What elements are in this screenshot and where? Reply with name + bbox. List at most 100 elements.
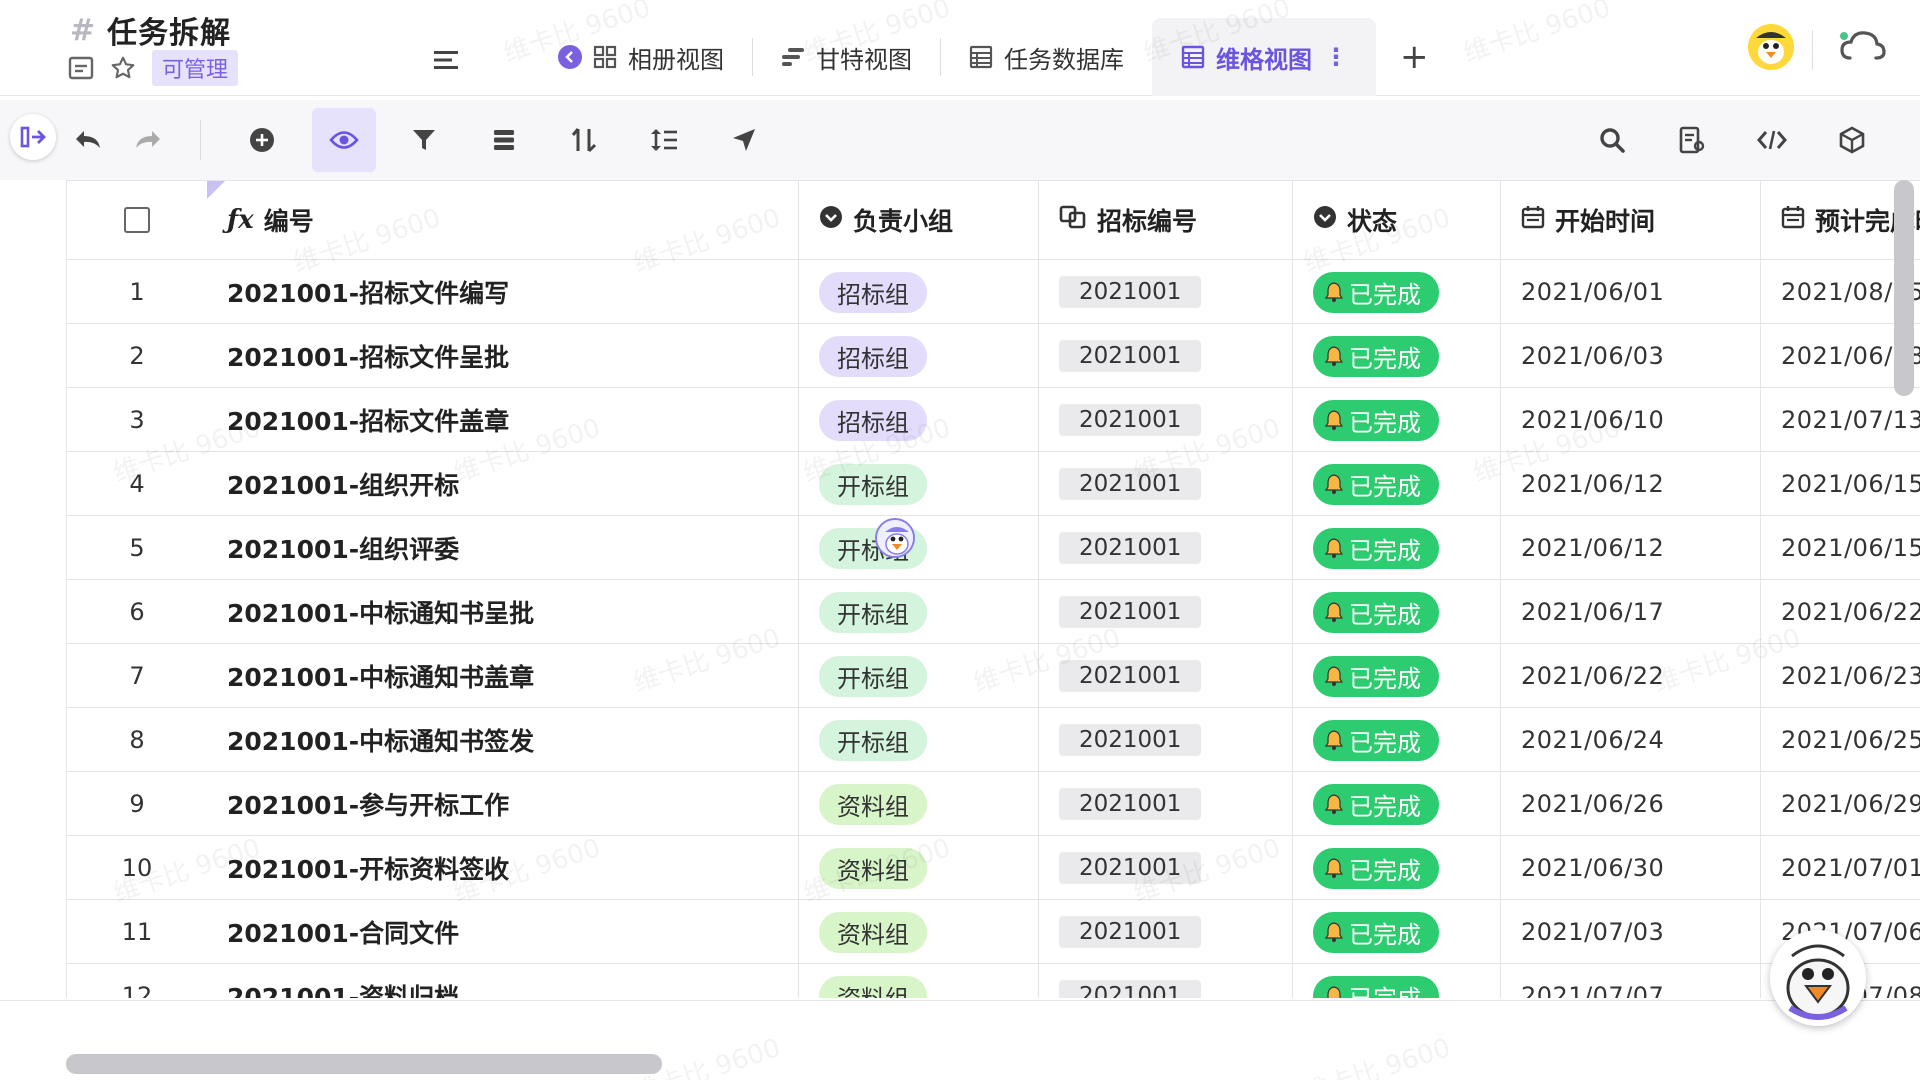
cell-end-date[interactable]: 2021/07/01	[1761, 836, 1920, 900]
share-send-icon[interactable]	[712, 108, 776, 172]
row-index[interactable]: 2	[67, 324, 207, 388]
table-row[interactable]: 7 2021001-中标通知书盖章 开标组 2021001 已完成 2021/06/22 2…	[67, 644, 1920, 708]
cell-code[interactable]: 2021001	[1039, 324, 1293, 388]
cell-start-date[interactable]: 2021/06/12	[1501, 452, 1761, 516]
column-header-start[interactable]: 开始时间	[1501, 181, 1761, 259]
linked-record-tag[interactable]: 2021001	[1059, 340, 1202, 372]
column-header-name[interactable]: ƒx 编号	[207, 181, 799, 259]
cell-start-date[interactable]: 2021/06/24	[1501, 708, 1761, 772]
cell-code[interactable]: 2021001	[1039, 644, 1293, 708]
row-index[interactable]: 1	[67, 260, 207, 324]
cell-status[interactable]: 已完成	[1293, 260, 1501, 324]
hide-fields-eye-icon[interactable]	[312, 108, 376, 172]
cell-status[interactable]: 已完成	[1293, 388, 1501, 452]
cell-start-date[interactable]: 2021/06/10	[1501, 388, 1761, 452]
table-row[interactable]: 11 2021001-合同文件 资料组 2021001 已完成 2021/07/03 202…	[67, 900, 1920, 964]
cell-start-date[interactable]: 2021/07/07	[1501, 964, 1761, 998]
cell-status[interactable]: 已完成	[1293, 580, 1501, 644]
cell-status[interactable]: 已完成	[1293, 964, 1501, 998]
cloud-sync-icon[interactable]	[1836, 26, 1888, 70]
filter-icon[interactable]	[392, 108, 456, 172]
api-code-icon[interactable]	[1740, 108, 1804, 172]
cell-start-date[interactable]: 2021/06/12	[1501, 516, 1761, 580]
linked-record-tag[interactable]: 2021001	[1059, 788, 1202, 820]
cell-status[interactable]: 已完成	[1293, 708, 1501, 772]
table-row[interactable]: 1 2021001-招标文件编写 招标组 2021001 已完成 2021/06/01 20…	[67, 260, 1920, 324]
cell-end-date[interactable]: 2021/06/22	[1761, 580, 1920, 644]
cell-end-date[interactable]: 2021/06/23	[1761, 644, 1920, 708]
cell-group[interactable]: 招标组	[799, 388, 1039, 452]
table-row[interactable]: 8 2021001-中标通知书签发 开标组 2021001 已完成 2021/06/24 2…	[67, 708, 1920, 772]
column-header-status[interactable]: 状态	[1293, 181, 1501, 259]
chevron-left-icon[interactable]	[558, 45, 582, 69]
cell-status[interactable]: 已完成	[1293, 644, 1501, 708]
cell-code[interactable]: 2021001	[1039, 708, 1293, 772]
sidebar-toggle-icon[interactable]	[10, 114, 56, 160]
linked-record-tag[interactable]: 2021001	[1059, 468, 1202, 500]
vertical-scrollbar[interactable]	[1894, 180, 1914, 396]
cell-group[interactable]: 招标组	[799, 260, 1039, 324]
cell-end-date[interactable]: 2021/06/15	[1761, 516, 1920, 580]
table-row[interactable]: 4 2021001-组织开标 开标组 2021001 已完成 2021/06/12 2021…	[67, 452, 1920, 516]
cell-group[interactable]: 资料组	[799, 836, 1039, 900]
row-index[interactable]: 4	[67, 452, 207, 516]
cell-start-date[interactable]: 2021/06/01	[1501, 260, 1761, 324]
cell-name[interactable]: 2021001-招标文件编写	[207, 260, 799, 324]
cell-name[interactable]: 2021001-开标资料签收	[207, 836, 799, 900]
redo-icon[interactable]	[116, 108, 180, 172]
cell-name[interactable]: 2021001-招标文件呈批	[207, 324, 799, 388]
row-index[interactable]: 7	[67, 644, 207, 708]
cell-name[interactable]: 2021001-参与开标工作	[207, 772, 799, 836]
cell-status[interactable]: 已完成	[1293, 836, 1501, 900]
cell-code[interactable]: 2021001	[1039, 580, 1293, 644]
cell-name[interactable]: 2021001-中标通知书盖章	[207, 644, 799, 708]
cell-start-date[interactable]: 2021/06/26	[1501, 772, 1761, 836]
row-index[interactable]: 5	[67, 516, 207, 580]
tab-task-database[interactable]: 任务数据库	[940, 18, 1152, 96]
add-record-icon[interactable]	[230, 108, 294, 172]
undo-icon[interactable]	[56, 108, 120, 172]
cell-start-date[interactable]: 2021/06/03	[1501, 324, 1761, 388]
table-row[interactable]: 5 2021001-组织评委 开标组 2021001 已完成 2021/06/12 2021…	[67, 516, 1920, 580]
cell-group[interactable]: 招标组	[799, 324, 1039, 388]
table-row[interactable]: 3 2021001-招标文件盖章 招标组 2021001 已完成 2021/06/10 20…	[67, 388, 1920, 452]
permission-badge[interactable]: 可管理	[152, 50, 239, 86]
add-view-button[interactable]: +	[1376, 18, 1453, 96]
cell-end-date[interactable]: 2021/06/15	[1761, 452, 1920, 516]
cell-code[interactable]: 2021001	[1039, 772, 1293, 836]
cell-name[interactable]: 2021001-招标文件盖章	[207, 388, 799, 452]
cell-status[interactable]: 已完成	[1293, 900, 1501, 964]
view-list-menu-icon[interactable]	[430, 44, 462, 76]
description-icon[interactable]	[68, 55, 94, 81]
cell-name[interactable]: 2021001-组织开标	[207, 452, 799, 516]
table-row[interactable]: 122021001-资料归档资料组2021001已完成2021/07/07202…	[67, 964, 1920, 998]
form-icon[interactable]	[1660, 108, 1724, 172]
collaborator-avatar[interactable]	[875, 518, 915, 558]
page-title[interactable]: 任务拆解	[107, 8, 231, 52]
linked-record-tag[interactable]: 2021001	[1059, 532, 1202, 564]
cell-end-date[interactable]: 2021/06/29	[1761, 772, 1920, 836]
linked-record-tag[interactable]: 2021001	[1059, 724, 1202, 756]
cell-code[interactable]: 2021001	[1039, 516, 1293, 580]
cell-group[interactable]: 资料组	[799, 964, 1039, 998]
row-index[interactable]: 10	[67, 836, 207, 900]
linked-record-tag[interactable]: 2021001	[1059, 596, 1202, 628]
cell-group[interactable]: 开标组	[799, 452, 1039, 516]
table-row[interactable]: 6 2021001-中标通知书呈批 开标组 2021001 已完成 2021/06/17 2…	[67, 580, 1920, 644]
cell-status[interactable]: 已完成	[1293, 452, 1501, 516]
cell-status[interactable]: 已完成	[1293, 324, 1501, 388]
cell-start-date[interactable]: 2021/06/17	[1501, 580, 1761, 644]
cell-start-date[interactable]: 2021/07/03	[1501, 900, 1761, 964]
linked-record-tag[interactable]: 2021001	[1059, 660, 1202, 692]
row-index[interactable]: 3	[67, 388, 207, 452]
cell-code[interactable]: 2021001	[1039, 260, 1293, 324]
cell-start-date[interactable]: 2021/06/30	[1501, 836, 1761, 900]
cell-code[interactable]: 2021001	[1039, 900, 1293, 964]
sort-icon[interactable]	[552, 108, 616, 172]
linked-record-tag[interactable]: 2021001	[1059, 852, 1202, 884]
row-index[interactable]: 9	[67, 772, 207, 836]
linked-record-tag[interactable]: 2021001	[1059, 916, 1202, 948]
cell-group[interactable]: 资料组	[799, 772, 1039, 836]
cell-group[interactable]: 开标组	[799, 644, 1039, 708]
cell-name[interactable]: 2021001-中标通知书呈批	[207, 580, 799, 644]
